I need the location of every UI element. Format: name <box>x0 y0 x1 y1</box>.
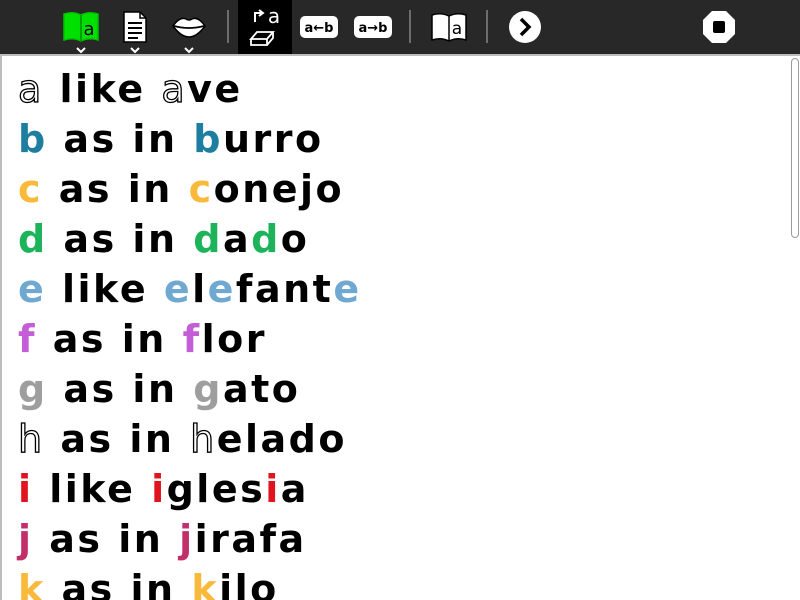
highlighted-letter: i <box>265 467 281 511</box>
vertical-scrollbar[interactable] <box>790 58 800 600</box>
read-book-button[interactable]: a <box>426 0 472 54</box>
highlighted-letter: a <box>17 66 44 111</box>
chevron-down-icon <box>184 47 194 54</box>
highlighted-letter: c <box>18 167 44 211</box>
line-text: as in <box>47 217 194 261</box>
highlighted-letter: i <box>18 467 34 511</box>
toolbar-separator <box>227 10 229 43</box>
highlighted-letter: c <box>188 167 214 211</box>
text-canvas[interactable]: a like ave b as in burro c as in conejo d a… <box>0 54 800 600</box>
highlighted-letter: i <box>151 467 167 511</box>
line-text: ve <box>187 67 243 111</box>
highlighted-letter: f <box>18 317 38 361</box>
line-text: gles <box>166 467 266 511</box>
letter-line: g as in gato <box>18 364 780 414</box>
letter-line: d as in dado <box>18 214 780 264</box>
letter-line: k as in kilo <box>18 564 780 600</box>
letter-line: j as in jirafa <box>18 514 780 564</box>
letter-line: a like ave <box>17 64 780 114</box>
letter-line: i like iglesia <box>18 464 780 514</box>
line-text: as in <box>37 317 183 361</box>
line-text: like <box>33 467 152 511</box>
stop-icon <box>702 10 736 44</box>
highlighted-letter: g <box>18 367 48 411</box>
highlighted-letter: j <box>179 517 195 561</box>
line-text: ato <box>222 367 301 411</box>
highlighted-letter: e <box>18 267 47 311</box>
highlighted-letter: k <box>191 567 220 600</box>
line-text: o <box>280 217 310 261</box>
highlighted-letter: d <box>251 217 281 261</box>
highlighted-letter: b <box>18 117 48 161</box>
line-text: as in <box>47 117 194 161</box>
toolbar-separator <box>486 10 488 43</box>
edit-mode-icon: a <box>245 5 285 49</box>
letter-line: f as in flor <box>18 314 780 364</box>
svg-text:a: a <box>83 19 94 40</box>
edit-mode-button[interactable]: a <box>238 0 292 54</box>
line-text: irafa <box>194 517 307 561</box>
highlighted-letter: f <box>182 317 202 361</box>
line-text: lor <box>201 317 267 361</box>
highlighted-letter: e <box>207 267 236 311</box>
highlighted-letter: h <box>189 416 217 461</box>
right-arrow-button[interactable]: a→b <box>352 0 394 54</box>
letter-line: b as in burro <box>18 114 780 164</box>
svg-text:a←b: a←b <box>305 21 334 36</box>
stop-button[interactable] <box>700 0 738 54</box>
scrollbar-thumb[interactable] <box>791 58 799 238</box>
highlighted-letter: d <box>18 217 48 261</box>
highlighted-letter: g <box>193 367 223 411</box>
svg-text:a→b: a→b <box>359 21 388 36</box>
svg-text:a: a <box>268 5 280 28</box>
book-button[interactable]: a <box>58 0 104 54</box>
highlighted-letter: k <box>18 567 46 600</box>
line-text: urro <box>222 117 324 161</box>
toolbar-separator <box>409 10 411 43</box>
chevron-down-icon <box>76 47 86 54</box>
line-text: a <box>222 217 252 261</box>
highlighted-letter: e <box>163 267 193 311</box>
line-text: ilo <box>219 567 279 600</box>
line-text: fant <box>235 267 334 311</box>
highlighted-letter: b <box>193 117 223 161</box>
book-icon: a <box>61 10 101 44</box>
document-icon <box>121 10 149 44</box>
highlighted-letter: h <box>17 416 45 461</box>
a-to-b-left-icon: a←b <box>299 15 339 39</box>
line-text: like <box>46 267 164 311</box>
toolbar: a a a←b a→b a <box>0 0 800 54</box>
line-text: as in <box>33 517 180 561</box>
line-text: a <box>280 467 309 511</box>
letter-line: h as in helado <box>17 414 780 464</box>
letter-line: e like elefante <box>18 264 780 314</box>
line-text: as in <box>45 567 192 600</box>
left-arrow-button[interactable]: a←b <box>298 0 340 54</box>
lips-icon <box>171 14 207 40</box>
line-text: as in <box>43 167 189 211</box>
line-text: like <box>43 67 162 111</box>
line-text: as in <box>44 417 191 461</box>
next-icon <box>508 10 542 44</box>
line-text: elado <box>216 417 347 461</box>
line-text: l <box>192 267 208 311</box>
line-text: as in <box>47 367 194 411</box>
highlighted-letter: j <box>18 517 34 561</box>
letter-line: c as in conejo <box>18 164 780 214</box>
highlighted-letter: a <box>161 66 188 111</box>
highlighted-letter: e <box>333 267 362 311</box>
line-text: onejo <box>213 167 345 211</box>
document-button[interactable] <box>114 0 156 54</box>
a-to-b-right-icon: a→b <box>353 15 393 39</box>
chevron-down-icon <box>130 47 140 54</box>
read-book-icon: a <box>429 11 469 43</box>
speak-button[interactable] <box>166 0 212 54</box>
letter-lines: a like ave b as in burro c as in conejo d a… <box>17 64 780 600</box>
highlighted-letter: d <box>193 217 223 261</box>
next-button[interactable] <box>506 0 544 54</box>
svg-text:a: a <box>452 19 462 39</box>
